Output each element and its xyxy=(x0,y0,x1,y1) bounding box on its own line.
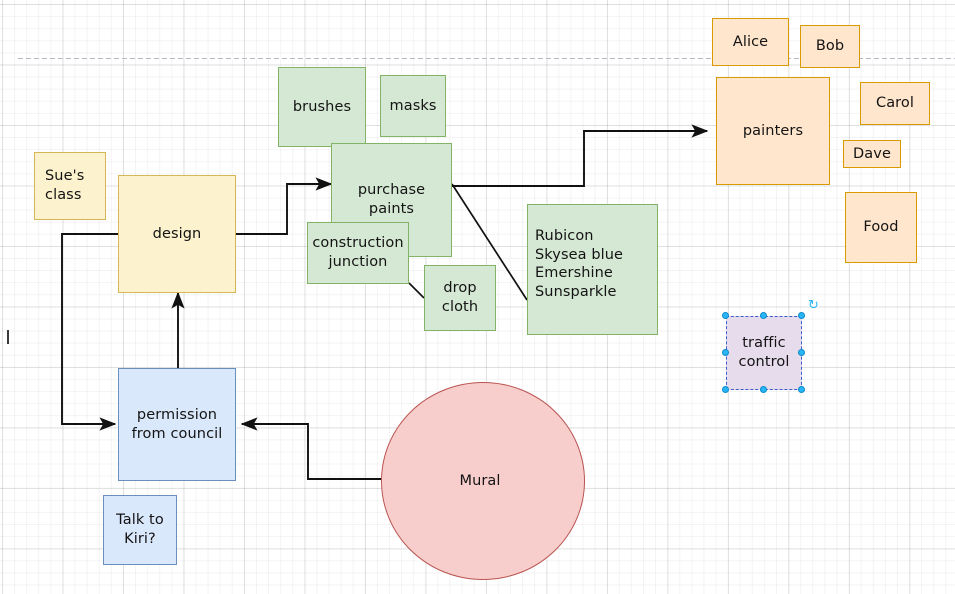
edge-design-to-permission xyxy=(61,233,118,431)
node-label: Dave xyxy=(853,145,891,162)
node-label: Bob xyxy=(815,38,845,55)
node-label: brushes xyxy=(292,98,352,115)
node-construction-junction[interactable]: construction junction xyxy=(307,222,409,284)
resize-handle-e[interactable] xyxy=(798,349,805,356)
node-label: painters xyxy=(742,122,804,139)
node-label: masks xyxy=(389,97,437,114)
node-paint-colors[interactable]: Rubicon Skysea blue Emershine Sunsparkle xyxy=(527,204,658,335)
node-mural[interactable]: Mural xyxy=(381,382,585,580)
rotate-icon[interactable]: ↻ xyxy=(808,299,819,312)
resize-handle-nw[interactable] xyxy=(722,312,729,319)
resize-handle-s[interactable] xyxy=(760,386,767,393)
node-bob[interactable]: Bob xyxy=(800,25,860,68)
edge-purchase-paints-to-painters xyxy=(452,124,709,187)
node-traffic-control[interactable]: traffic control xyxy=(726,316,802,390)
resize-handle-n[interactable] xyxy=(760,312,767,319)
node-label: traffic control xyxy=(738,335,790,370)
node-food[interactable]: Food xyxy=(845,192,917,263)
resize-handle-ne[interactable] xyxy=(798,312,805,319)
node-label: Alice xyxy=(732,33,769,50)
node-painters[interactable]: painters xyxy=(716,77,830,185)
node-label: Talk to Kiri? xyxy=(116,512,164,547)
node-masks[interactable]: masks xyxy=(380,75,446,137)
node-sues-class[interactable]: Sue's class xyxy=(34,152,106,220)
resize-handle-w[interactable] xyxy=(722,349,729,356)
node-label: permission from council xyxy=(131,406,223,442)
node-design[interactable]: design xyxy=(118,175,236,293)
node-label: Food xyxy=(863,219,899,236)
node-label: drop cloth xyxy=(441,280,479,315)
node-label: Carol xyxy=(875,95,915,112)
node-brushes[interactable]: brushes xyxy=(278,67,366,147)
node-dave[interactable]: Dave xyxy=(843,140,901,168)
node-label: Sue's class xyxy=(45,168,85,203)
node-permission-from-council[interactable]: permission from council xyxy=(118,368,236,481)
node-label: purchase paints xyxy=(357,182,426,217)
node-talk-to-kiri[interactable]: Talk to Kiri? xyxy=(103,495,177,565)
node-label: construction junction xyxy=(312,235,404,270)
edge-construction-junction-to-drop-cloth xyxy=(408,282,425,299)
node-label: Mural xyxy=(459,472,501,489)
node-label: design xyxy=(152,225,202,242)
selection-group[interactable]: traffic control ↻ xyxy=(722,299,819,393)
text-caret xyxy=(7,330,9,344)
diagram-canvas[interactable]: Sue's class design brushes masks purchas… xyxy=(0,0,955,594)
resize-handle-se[interactable] xyxy=(798,386,805,393)
node-alice[interactable]: Alice xyxy=(712,18,789,66)
node-drop-cloth[interactable]: drop cloth xyxy=(424,265,496,331)
node-carol[interactable]: Carol xyxy=(860,82,930,125)
resize-handle-sw[interactable] xyxy=(722,386,729,393)
node-label: Rubicon Skysea blue Emershine Sunsparkle xyxy=(535,228,624,300)
edge-mural-to-permission xyxy=(240,417,381,480)
